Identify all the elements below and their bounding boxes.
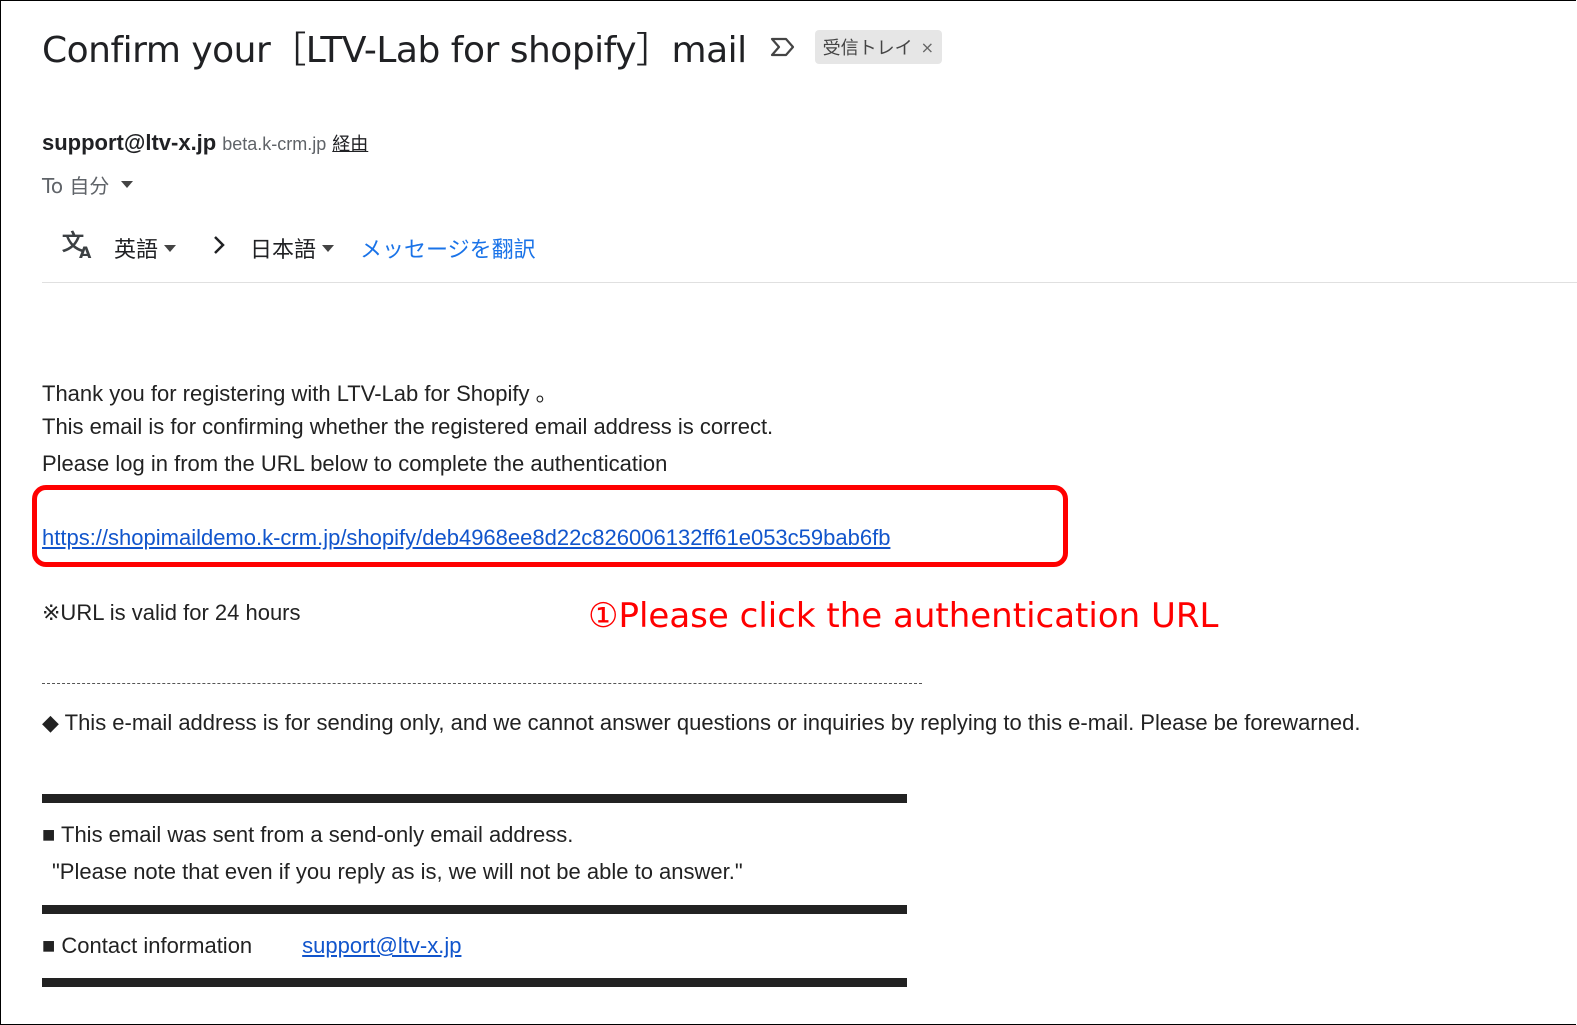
divider: [42, 282, 1577, 283]
svg-text:A: A: [79, 243, 92, 260]
translate-bar: 文 A 英語 日本語 メッセージを翻訳: [62, 228, 536, 268]
chevron-down-icon: [121, 181, 134, 188]
target-language-label: 日本語: [250, 238, 317, 263]
contact-row: ■ Contact information support@ltv-x.jp: [42, 933, 461, 959]
reply-note: "Please note that even if you reply as i…: [52, 859, 743, 884]
recipient-dropdown[interactable]: To 自分: [42, 170, 134, 199]
contact-label: ■ Contact information: [42, 933, 253, 958]
sender-via-link[interactable]: 経由: [332, 130, 368, 156]
importance-marker-icon[interactable]: [769, 36, 797, 58]
sender-row: support@ltv-x.jp beta.k-crm.jp 経由: [42, 130, 368, 156]
sender-via-domain: beta.k-crm.jp: [222, 134, 327, 154]
inbox-label-text: 受信トレイ: [822, 38, 913, 59]
translate-message-link[interactable]: メッセージを翻訳: [360, 232, 536, 264]
plus-divider: [42, 902, 907, 916]
email-subject: Confirm your［LTV-Lab for shopify］mail: [42, 30, 747, 71]
contact-email-link[interactable]: support@ltv-x.jp: [302, 933, 461, 959]
send-only-notice: ◆ This e-mail address is for sending onl…: [42, 710, 1361, 735]
translate-icon: 文 A: [62, 230, 96, 267]
body-line-thanks: Thank you for registering with LTV-Lab f…: [42, 381, 558, 406]
sender-email: support@ltv-x.jp: [42, 130, 217, 155]
plus-divider: [42, 975, 907, 989]
chevron-down-icon: [164, 244, 177, 252]
annotation-click-url: ①Please click the authentication URL: [588, 596, 1219, 636]
dashed-divider: [42, 683, 922, 684]
inbox-label-chip[interactable]: 受信トレイ ×: [814, 30, 943, 64]
plus-divider: [42, 791, 907, 805]
chevron-right-icon: [212, 233, 226, 263]
url-validity-note: ※URL is valid for 24 hours: [42, 600, 301, 625]
label-remove-icon[interactable]: ×: [921, 38, 934, 57]
body-line-instruction: Please log in from the URL below to comp…: [42, 451, 668, 476]
authentication-url-link[interactable]: https://shopimaildemo.k-crm.jp/shopify/d…: [42, 525, 890, 551]
source-language-label: 英語: [114, 238, 159, 263]
sent-from-note: ■ This email was sent from a send-only e…: [42, 822, 574, 847]
recipient-label: To 自分: [42, 174, 110, 198]
chevron-down-icon: [322, 244, 335, 252]
target-language-select[interactable]: 日本語: [250, 232, 335, 264]
source-language-select[interactable]: 英語: [114, 232, 177, 264]
body-line-purpose: This email is for confirming whether the…: [42, 414, 774, 439]
subject-row: Confirm your［LTV-Lab for shopify］mail 受信…: [42, 22, 943, 72]
